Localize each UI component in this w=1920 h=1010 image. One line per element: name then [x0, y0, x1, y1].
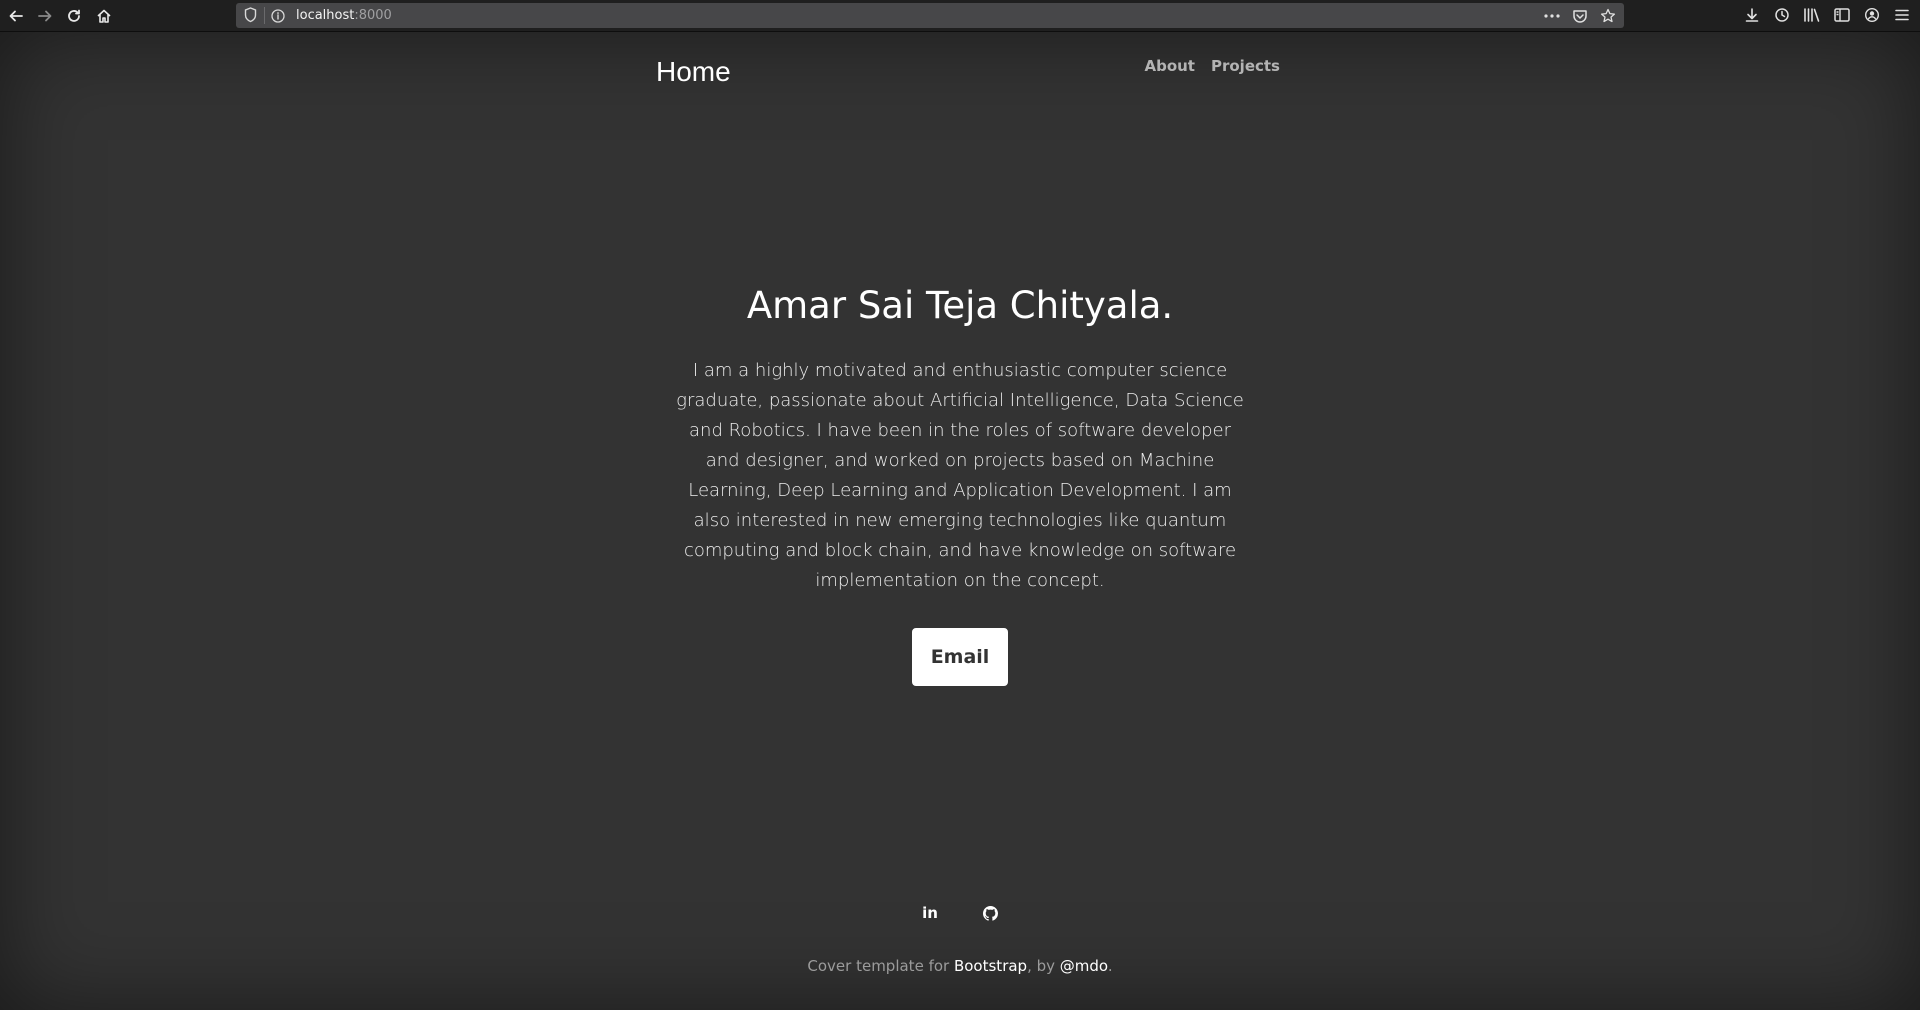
footer-suffix: . [1107, 957, 1113, 975]
more-dots-icon[interactable] [1542, 6, 1562, 26]
github-icon[interactable] [981, 904, 999, 922]
url-divider [264, 7, 265, 24]
url-port: :8000 [354, 8, 392, 23]
url-bar[interactable]: localhost:8000 [236, 3, 1624, 28]
download-icon[interactable] [1742, 5, 1762, 25]
home-icon[interactable] [92, 4, 116, 28]
history-icon[interactable] [1772, 5, 1792, 25]
url-text[interactable]: localhost:8000 [296, 7, 392, 24]
info-icon[interactable] [271, 8, 285, 27]
bootstrap-link[interactable]: Bootstrap [954, 957, 1027, 975]
toolbar-right [1742, 5, 1912, 25]
url-actions [1542, 6, 1618, 26]
forward-arrow-icon[interactable] [33, 4, 57, 28]
shield-icon[interactable] [244, 7, 257, 27]
footer-middle: , by [1027, 957, 1060, 975]
star-icon[interactable] [1598, 6, 1618, 26]
page-title: Amar Sai Teja Chityala. [746, 284, 1174, 327]
nav-link-projects[interactable]: Projects [1211, 56, 1280, 76]
nav-link-about[interactable]: About [1144, 56, 1195, 76]
pocket-icon[interactable] [1570, 6, 1590, 26]
linkedin-icon[interactable]: in [921, 904, 939, 922]
footer: Cover template for Bootstrap, by @mdo. [0, 956, 1920, 976]
menu-icon[interactable] [1892, 5, 1912, 25]
library-icon[interactable] [1802, 5, 1822, 25]
back-arrow-icon[interactable] [4, 4, 28, 28]
footer-prefix: Cover template for [807, 957, 954, 975]
social-links: in [0, 904, 1920, 922]
url-host: localhost [296, 8, 355, 23]
hero-section: Amar Sai Teja Chityala. I am a highly mo… [660, 282, 1260, 686]
browser-toolbar: localhost:8000 [0, 0, 1920, 32]
email-button[interactable]: Email [912, 628, 1008, 686]
account-icon[interactable] [1862, 5, 1882, 25]
page-body: Home About Projects Amar Sai Teja Chitya… [0, 32, 1920, 1010]
brand-home[interactable]: Home [656, 54, 731, 90]
sidebar-icon[interactable] [1832, 5, 1852, 25]
intro-paragraph: I am a highly motivated and enthusiastic… [676, 360, 1244, 591]
author-link[interactable]: @mdo [1060, 957, 1108, 975]
main-nav: About Projects [1144, 56, 1280, 76]
reload-icon[interactable] [62, 4, 86, 28]
